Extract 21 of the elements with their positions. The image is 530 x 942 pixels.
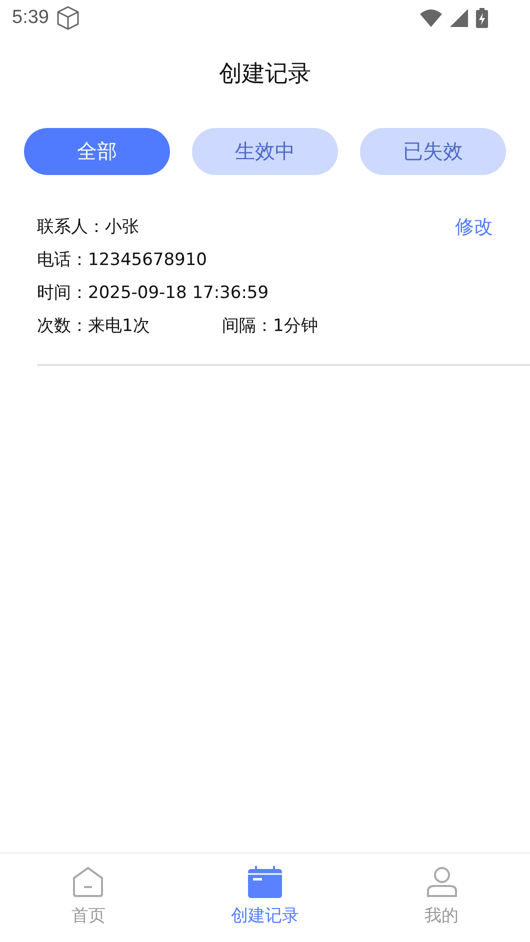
nav-tab[interactable]: 我的	[353, 854, 530, 942]
interval-text: 间隔：1分钟	[222, 315, 318, 337]
filter-tab[interactable]: 已失效	[360, 128, 506, 175]
edit-link[interactable]: 修改	[455, 214, 493, 240]
filter-tab[interactable]: 生效中	[192, 128, 338, 175]
count-text: 次数：来电1次	[37, 315, 151, 337]
time-text: 时间：2025-09-18 17:36:59	[37, 282, 269, 304]
filter-tab[interactable]: 全部	[24, 128, 170, 175]
battery-icon	[476, 8, 488, 28]
wifi-icon	[420, 9, 442, 27]
cube-icon	[56, 6, 79, 30]
calendar-icon	[248, 866, 282, 898]
phone-text: 电话：12345678910	[37, 249, 207, 271]
nav-tab[interactable]: 首页	[0, 854, 177, 942]
contact-text: 联系人：小张	[37, 216, 139, 238]
home-icon	[72, 866, 104, 898]
signal-icon	[450, 9, 468, 27]
nav-tab[interactable]: 创建记录	[176, 854, 354, 942]
person-icon	[426, 866, 457, 898]
status-time: 5:39	[12, 7, 49, 29]
page-title: 创建记录	[218, 60, 312, 88]
